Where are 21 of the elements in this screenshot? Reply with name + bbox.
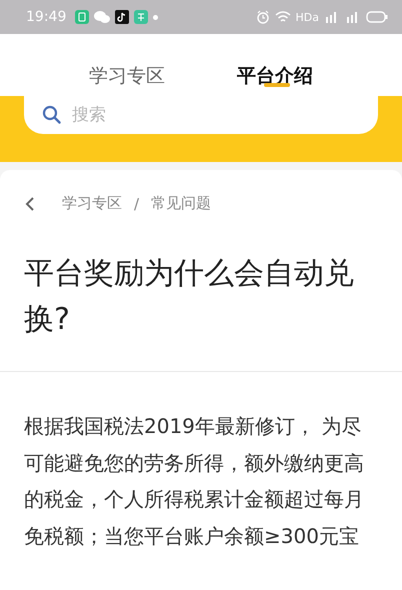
search-input[interactable]: 搜索	[70, 104, 360, 126]
search-field[interactable]: 搜索	[24, 96, 378, 134]
alarm-icon	[256, 10, 270, 24]
chat-icon	[94, 10, 110, 24]
article-body: 根据我国税法2019年最新修订， 为尽可能避免您的劳务所得，额外缴纳更高的税金，个人所得税累计金额超过每月免税额；当您平台账户余额≥300元宝	[24, 413, 365, 550]
tab[interactable]: 学习专区	[89, 34, 165, 96]
status-time: 19:49	[26, 9, 66, 25]
tab-underline	[264, 83, 290, 87]
breadcrumb-link[interactable]: 学习专区	[62, 194, 122, 213]
back-icon[interactable]	[24, 196, 36, 212]
music-app-icon	[115, 10, 130, 24]
wifi-icon	[274, 11, 291, 23]
breadcrumb-link[interactable]: 常见问题	[151, 194, 212, 213]
app-icon	[75, 10, 90, 24]
dot-icon	[153, 14, 158, 20]
article-title: 平台奖励为什么会自动兑换?	[24, 255, 355, 339]
breadcrumb-separator: /	[134, 194, 140, 212]
app-icon	[134, 10, 148, 24]
network-label: HDa	[296, 10, 319, 24]
battery-icon	[366, 11, 388, 23]
search-icon	[42, 105, 62, 125]
